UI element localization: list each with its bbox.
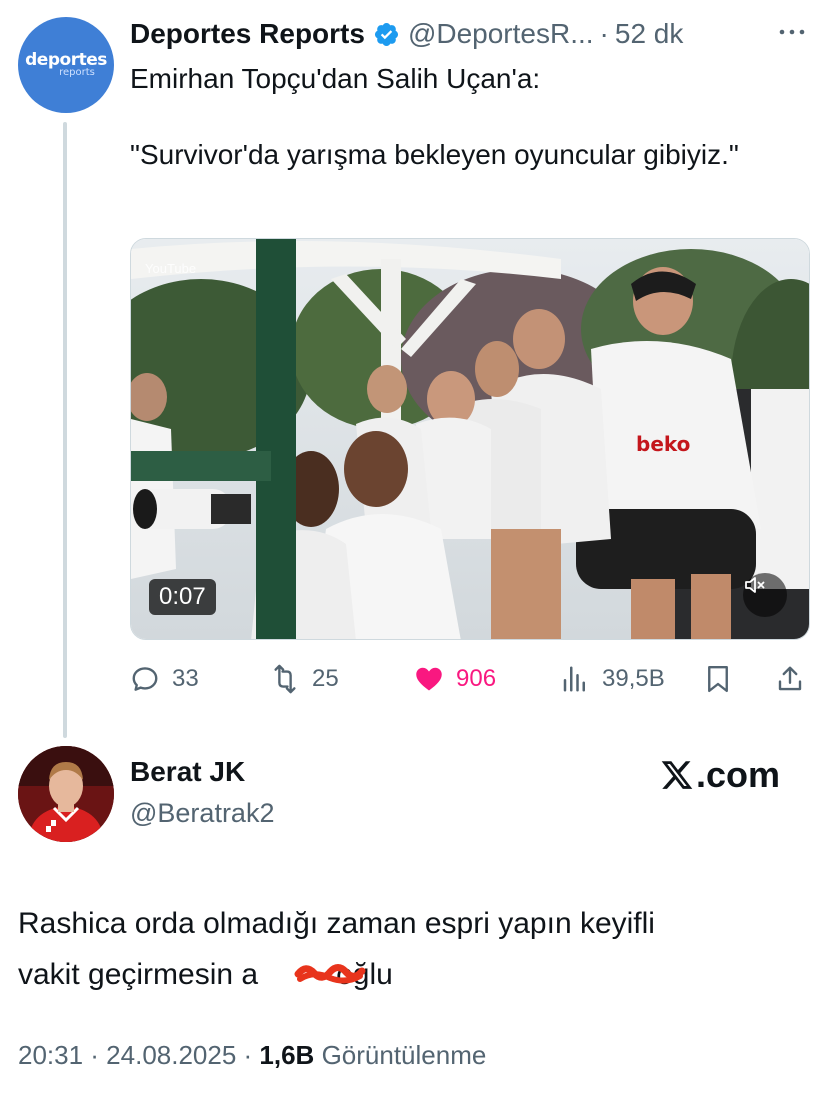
tweet-text-line: Emirhan Topçu'dan Salih Uçan'a: [130, 63, 541, 94]
tweet-quote-line: "Survivor'da yarışma bekleyen oyuncular … [130, 139, 739, 170]
video-frame-image: beko [131, 239, 809, 639]
speaker-muted-icon [745, 577, 765, 593]
heart-filled-icon [416, 667, 442, 691]
video-duration: 0:07 [149, 579, 216, 615]
tweet-time[interactable]: 52 dk [615, 18, 684, 50]
reply-body: Rashica orda olmadığı zaman espri yapın … [18, 898, 808, 1000]
tweet-meta: 20:31 · 24.08.2025 · 1,6B Görüntülenme [18, 1040, 486, 1071]
reply-author-handle[interactable]: @Beratrak2 [130, 798, 274, 829]
mute-button[interactable] [743, 573, 787, 617]
reply-icon [132, 667, 158, 691]
repost-icon [274, 664, 296, 694]
reply-text-before-redaction: vakit geçirmesin a [18, 958, 259, 991]
reply-author-name[interactable]: Berat JK [130, 756, 245, 788]
berat-avatar[interactable] [18, 746, 114, 842]
x-brand-domain: .com [696, 754, 781, 795]
thread-connector-line [63, 122, 67, 738]
share-button[interactable] [775, 658, 805, 700]
author-handle[interactable]: @DeportesR... [408, 18, 594, 50]
reply-button[interactable]: 33 [130, 658, 199, 700]
jersey-sponsor: beko [636, 432, 690, 456]
views-chart-icon [563, 666, 585, 692]
share-icon [778, 666, 802, 691]
reply-tweet[interactable]: Berat JK @Beratrak2 .com Rashica orda ol… [0, 740, 827, 1095]
youtube-watermark: YouTube [145, 261, 197, 276]
author-display-name[interactable]: Deportes Reports [130, 18, 365, 50]
more-options-icon[interactable] [775, 20, 809, 44]
verified-badge-icon [374, 22, 398, 46]
x-logo-icon [661, 761, 693, 789]
bookmark-icon [708, 665, 728, 693]
deportes-avatar[interactable]: deportes reports [18, 17, 114, 113]
avatar-logo-subtext: reports [59, 67, 95, 78]
reply-text-line: Rashica orda olmadığı zaman espri yapın … [18, 907, 655, 940]
tweet-header: Deportes Reports @DeportesR... · 52 dk [130, 14, 683, 54]
tweet-body: Emirhan Topçu'dan Salih Uçan'a: "Survivo… [130, 60, 790, 174]
repost-button[interactable]: 25 [270, 658, 339, 700]
avatar-photo [18, 746, 114, 842]
header-separator: · [599, 18, 609, 49]
views-total: 1,6B [259, 1040, 315, 1070]
views-count: 39,5B [602, 665, 665, 692]
views-label: Görüntülenme [321, 1040, 487, 1070]
repost-count: 25 [312, 665, 339, 692]
like-count: 906 [456, 665, 497, 692]
avatar-logo-text: deportes [25, 50, 107, 70]
reply-count: 33 [172, 665, 199, 692]
video-player[interactable]: beko YouTube 0:07 [130, 238, 810, 640]
reply-text-line-2: vakit geçirmesin a oğlu [18, 949, 808, 1000]
tweet-timestamp[interactable]: 20:31 · 24.08.2025 · [18, 1040, 259, 1070]
bookmark-button[interactable] [703, 658, 733, 700]
quoted-tweet[interactable]: deportes reports Deportes Reports @Depor… [0, 0, 827, 740]
redaction-scribble [294, 964, 366, 984]
views-button[interactable]: 39,5B [560, 658, 665, 700]
like-button[interactable]: 906 [414, 658, 496, 700]
tweet-actions-bar: 33 25 906 39,5B [130, 658, 810, 700]
x-brand: .com [660, 754, 780, 796]
